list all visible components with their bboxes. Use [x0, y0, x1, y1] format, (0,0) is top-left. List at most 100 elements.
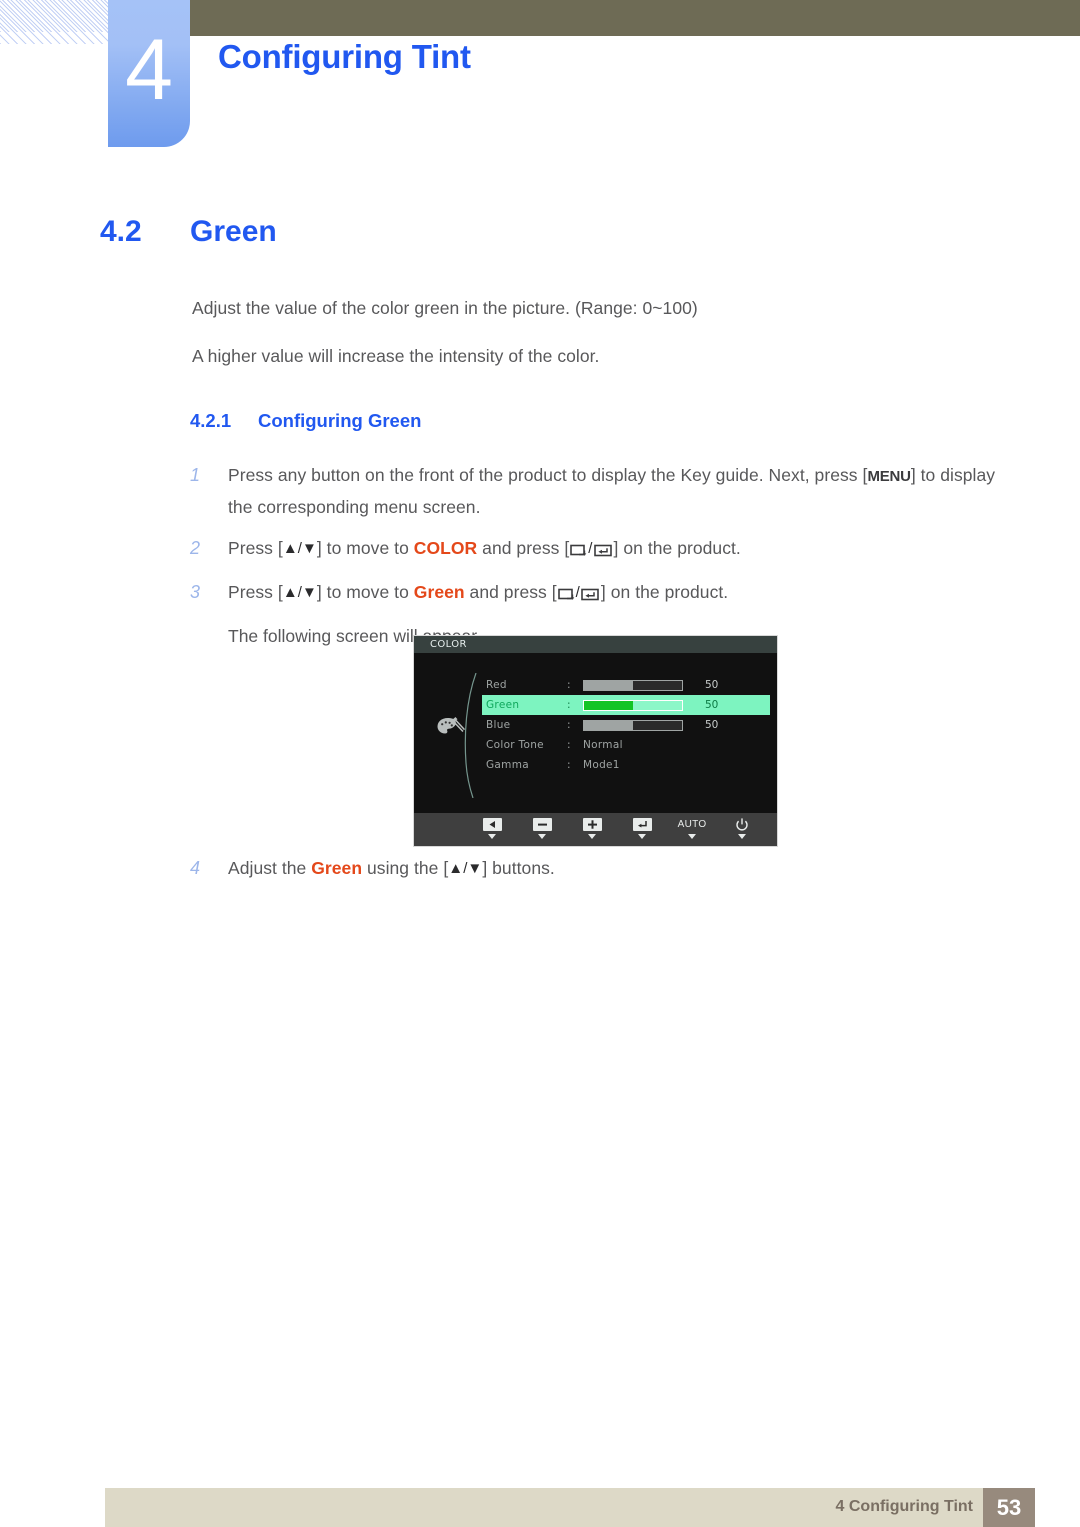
- page-header: 4 Configuring Tint: [0, 0, 1080, 160]
- osd-button-minus[interactable]: [517, 813, 567, 839]
- osd-row-label: Red: [486, 679, 507, 691]
- step4-text-b: using the [: [362, 858, 449, 878]
- chapter-number: 4: [125, 22, 173, 118]
- minus-icon: [532, 818, 552, 831]
- down-triangle-icon: ▼: [301, 540, 317, 557]
- step2-text-a: Press [: [228, 538, 283, 558]
- step4-text-a: Adjust the: [228, 858, 312, 878]
- osd-curve-divider: [460, 672, 482, 799]
- intro-paragraph-1: Adjust the value of the color green in t…: [192, 298, 698, 318]
- step3-text-b: ] to move to: [316, 582, 414, 602]
- step-item: 4 Adjust the Green using the [▲/▼] butto…: [190, 853, 1020, 884]
- step1-text-b: ] to display: [910, 465, 996, 485]
- step2-text-d: ] on the product.: [613, 538, 741, 558]
- osd-row-green[interactable]: Green : 50: [482, 695, 770, 715]
- enter-button-icon: [581, 580, 600, 610]
- auto-label: AUTO: [677, 819, 707, 830]
- osd-slider-track[interactable]: [583, 719, 683, 731]
- chevron-down-icon: [688, 834, 696, 839]
- osd-row-value: Mode1: [583, 759, 620, 771]
- step-text: Adjust the Green using the [▲/▼] buttons…: [228, 853, 555, 884]
- step-number: 1: [190, 465, 201, 485]
- osd-row-color-tone[interactable]: Color Tone : Normal: [482, 735, 770, 755]
- osd-slider-fill: [584, 720, 633, 730]
- page-footer: 4 Configuring Tint 53: [105, 1488, 1035, 1527]
- back-button-icon: [557, 580, 575, 610]
- slash-separator: /: [588, 540, 593, 557]
- osd-row-label: Green: [486, 699, 520, 711]
- subsection-title: Configuring Green: [258, 410, 422, 431]
- step-number: 4: [190, 858, 201, 878]
- osd-row-colon: :: [567, 699, 571, 711]
- section-title: Green: [190, 215, 277, 248]
- osd-slider-track[interactable]: [583, 699, 683, 711]
- menu-key-label: MENU: [867, 468, 911, 485]
- up-triangle-icon: ▲: [282, 540, 298, 557]
- subsection-number: 4.2.1: [190, 410, 232, 431]
- step1-line2: the corresponding menu screen.: [228, 497, 481, 517]
- chevron-down-icon: [488, 834, 496, 839]
- step-item: 1 Press any button on the front of the p…: [190, 460, 1020, 522]
- osd-button-bar: AUTO: [414, 813, 777, 846]
- osd-row-blue[interactable]: Blue : 50: [482, 715, 770, 735]
- step4-text-c: ] buttons.: [482, 858, 555, 878]
- step3-text-c: and press [: [464, 582, 557, 602]
- osd-row-label: Color Tone: [486, 739, 544, 751]
- chevron-down-icon: [588, 834, 596, 839]
- osd-title: COLOR: [430, 639, 467, 650]
- osd-row-gamma[interactable]: Gamma : Mode1: [482, 755, 770, 775]
- page-number: 53: [996, 1494, 1022, 1520]
- osd-row-value: 50: [705, 699, 719, 711]
- back-button-icon: [570, 536, 587, 566]
- osd-button-auto[interactable]: AUTO: [667, 813, 717, 839]
- chevron-down-icon: [638, 834, 646, 839]
- step-text: Press [▲ / ▼] to move to COLOR and press […: [228, 533, 741, 566]
- chevron-down-icon: [538, 834, 546, 839]
- osd-row-colon: :: [567, 719, 571, 731]
- step-number: 2: [190, 538, 201, 558]
- chevron-down-icon: [738, 834, 746, 839]
- step-text: Press any button on the front of the pro…: [228, 460, 995, 522]
- footer-chapter-label: 4 Configuring Tint: [835, 1498, 973, 1515]
- osd-slider-fill: [584, 700, 633, 710]
- step2-text-b: ] to move to: [316, 538, 414, 558]
- enter-icon: [632, 818, 652, 831]
- page-number-box: 53: [983, 1488, 1035, 1527]
- osd-titlebar: COLOR: [414, 636, 777, 653]
- osd-row-label: Gamma: [486, 759, 529, 771]
- chapter-title: Configuring Tint: [218, 38, 471, 75]
- osd-button-enter[interactable]: [617, 813, 667, 839]
- down-triangle-icon: ▼: [301, 584, 317, 601]
- osd-button-left[interactable]: [467, 813, 517, 839]
- osd-row-red[interactable]: Red : 50: [482, 675, 770, 695]
- keyword-color: COLOR: [413, 538, 478, 558]
- step-text: Press [▲ / ▼] to move to Green and press […: [228, 577, 728, 610]
- osd-slider-track[interactable]: [583, 679, 683, 691]
- hatch-decoration-secondary: [0, 0, 112, 44]
- plus-icon: [582, 818, 602, 831]
- osd-row-value: 50: [705, 719, 719, 731]
- steps-list-continued: 4 Adjust the Green using the [▲/▼] butto…: [190, 853, 1020, 895]
- steps-list: 1 Press any button on the front of the p…: [190, 460, 1020, 651]
- section-number: 4.2: [100, 215, 142, 248]
- header-olive-bar: [190, 0, 1080, 36]
- osd-slider-fill: [584, 680, 633, 690]
- osd-row-colon: :: [567, 739, 571, 751]
- osd-button-power[interactable]: [717, 813, 767, 839]
- osd-button-plus[interactable]: [567, 813, 617, 839]
- osd-row-value: 50: [705, 679, 719, 691]
- step3-text-a: Press [: [228, 582, 283, 602]
- left-triangle-icon: [482, 818, 502, 831]
- osd-rows: Red : 50 Green : 50 Blue: 50 Color Tone…: [482, 675, 770, 775]
- step2-text-c: and press [: [477, 538, 570, 558]
- step3-text-d: ] on the product.: [600, 582, 729, 602]
- step1-text-a: Press any button on the front of the pro…: [228, 465, 868, 485]
- osd-screenshot: COLOR Red: 50 Green: 50 Blue: 50 Colo…: [413, 635, 778, 847]
- keyword-green: Green: [311, 858, 363, 878]
- step-item: 2 Press [▲ / ▼] to move to COLOR and press…: [190, 533, 1020, 566]
- up-triangle-icon: ▲: [448, 860, 464, 877]
- up-triangle-icon: ▲: [282, 584, 298, 601]
- osd-main: Red : 50 Green : 50 Blue: 50 Color Tone…: [414, 653, 777, 813]
- down-triangle-icon: ▼: [467, 860, 483, 877]
- intro-paragraph-2: A higher value will increase the intensi…: [192, 346, 600, 366]
